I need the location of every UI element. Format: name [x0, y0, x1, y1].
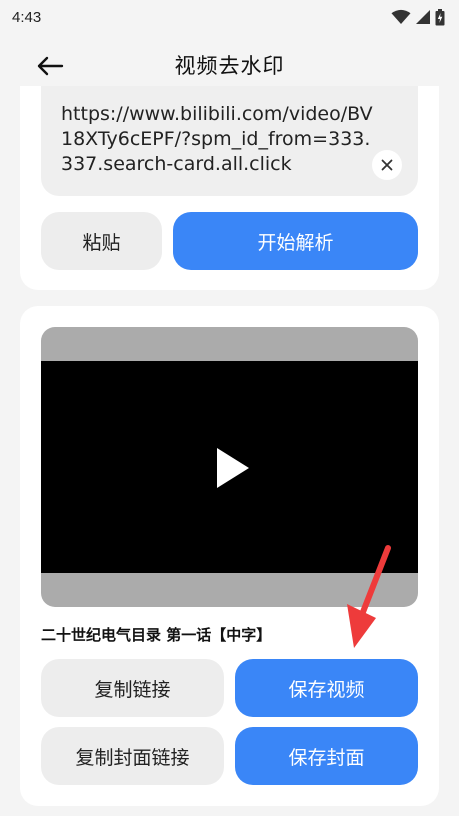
- video-player[interactable]: [41, 327, 418, 607]
- save-video-button[interactable]: 保存视频: [235, 659, 418, 717]
- status-bar: 4:43: [0, 0, 459, 34]
- result-card: 二十世纪电气目录 第一话【中字】 复制链接 保存视频 复制封面链接 保存封面: [20, 306, 439, 806]
- paste-button[interactable]: 粘贴: [41, 212, 162, 270]
- url-input-value[interactable]: https://www.bilibili.com/video/BV18XTy6c…: [61, 102, 374, 177]
- signal-icon: [416, 10, 430, 24]
- start-parse-button[interactable]: 开始解析: [173, 212, 418, 270]
- play-icon[interactable]: [211, 446, 251, 490]
- copy-cover-link-button[interactable]: 复制封面链接: [41, 727, 224, 785]
- status-icons: [391, 8, 445, 26]
- back-arrow-icon: [37, 56, 64, 76]
- url-input[interactable]: https://www.bilibili.com/video/BV18XTy6c…: [41, 86, 418, 196]
- copy-link-button[interactable]: 复制链接: [41, 659, 224, 717]
- back-button[interactable]: [30, 50, 70, 82]
- clear-icon: [381, 159, 393, 171]
- status-time: 4:43: [12, 8, 42, 26]
- url-input-card: https://www.bilibili.com/video/BV18XTy6c…: [20, 86, 439, 290]
- battery-icon: [435, 8, 445, 25]
- page-title: 视频去水印: [174, 54, 285, 78]
- video-title: 二十世纪电气目录 第一话【中字】: [41, 626, 272, 644]
- clear-button[interactable]: [372, 150, 402, 180]
- wifi-icon: [391, 9, 411, 24]
- save-cover-button[interactable]: 保存封面: [235, 727, 418, 785]
